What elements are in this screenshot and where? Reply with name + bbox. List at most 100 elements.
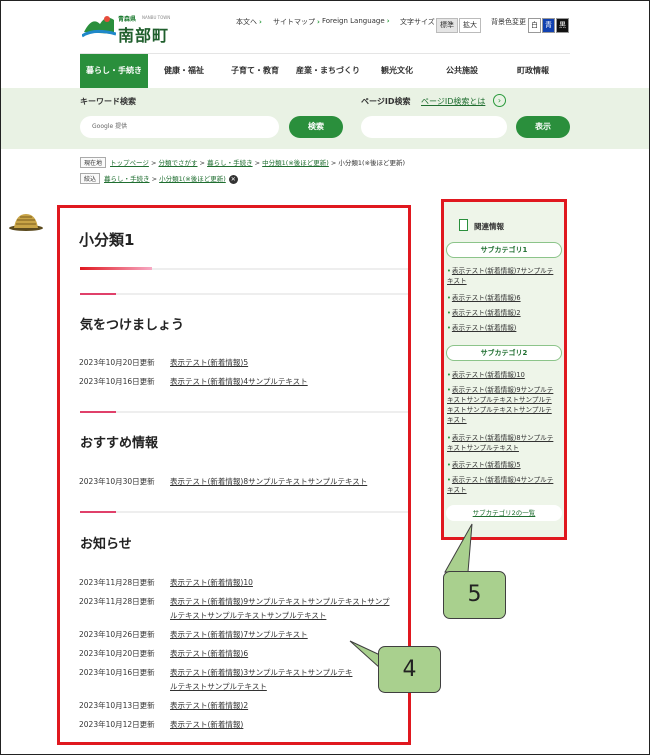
news-date: 2023年10月20日更新	[79, 358, 155, 367]
news-date: 2023年11月28日更新	[79, 597, 155, 606]
news-item: 2023年10月20日更新 表示テスト(新着情報)5	[79, 356, 248, 370]
bg-blue-button[interactable]: 青	[542, 18, 555, 33]
chevron-right-icon: ›	[259, 18, 262, 26]
breadcrumb-link[interactable]: 暮らし・手続き	[207, 159, 253, 167]
news-link[interactable]: 表示テスト(新着情報)3サンプルテキストサンプルテキ	[170, 668, 352, 677]
breadcrumb-current: 小分類1(※後ほど更新)	[338, 159, 406, 167]
related-link[interactable]: •表示テスト(新着情報)10	[447, 370, 563, 380]
news-item: 2023年10月20日更新 表示テスト(新着情報)6	[79, 647, 248, 661]
section-divider	[80, 293, 408, 295]
subcategory-heading[interactable]: サブカテゴリ2	[446, 345, 562, 361]
nav-item-government[interactable]: 町政情報	[496, 54, 570, 89]
logo-english: NANBU TOWN	[142, 15, 171, 20]
keyword-search-input[interactable]: Google 提供	[80, 116, 279, 138]
filter-link[interactable]: 暮らし・手続き	[104, 175, 150, 183]
hat-decoration-icon	[9, 214, 43, 231]
bg-color-label: 背景色変更	[491, 18, 526, 26]
nav-item-industry[interactable]: 産業・まちづくり	[290, 54, 366, 89]
section-heading: 気をつけましょう	[80, 318, 185, 333]
related-link[interactable]: •表示テスト(新着情報)6	[447, 293, 563, 303]
bg-white-button[interactable]: 白	[528, 18, 541, 33]
section-divider	[80, 511, 408, 513]
title-divider-accent	[80, 267, 152, 270]
news-link[interactable]: 表示テスト(新着情報)6	[170, 649, 248, 658]
nav-item-facilities[interactable]: 公共施設	[428, 54, 496, 89]
util-link-foreign[interactable]: Foreign Language ›	[322, 17, 390, 25]
related-link[interactable]: •表示テスト(新着情報)9サンプルテ キストサンプルテキストサンプルテ キストサンプ…	[447, 385, 563, 425]
subcategory-list-link[interactable]: サブカテゴリ2の一覧	[446, 505, 562, 521]
section-divider-accent	[80, 411, 116, 413]
news-item: 2023年10月13日更新 表示テスト(新着情報)2	[79, 699, 248, 713]
related-link[interactable]: •表示テスト(新着情報)8サンプルテ キストサンプルテキスト	[447, 433, 563, 453]
section-divider-accent	[80, 293, 116, 295]
logo-town-name: 南部町	[118, 26, 170, 45]
callout-5: 5	[443, 571, 506, 619]
filter-row: 絞込 暮らし・手続き > 小分類1(※後ほど更新) ✕	[80, 173, 238, 184]
news-link-cont[interactable]: ルテキストサンプルテキストサンプルテキスト	[170, 611, 326, 620]
news-item: 2023年11月28日更新 表示テスト(新着情報)9サンプルテキストサンプルテキス…	[79, 595, 390, 623]
breadcrumb-link[interactable]: 中分類1(※後ほど更新)	[262, 159, 329, 167]
breadcrumb-link[interactable]: トップページ	[110, 159, 149, 167]
news-link[interactable]: 表示テスト(新着情報)7サンプルテキスト	[170, 630, 308, 639]
nav-item-childcare[interactable]: 子育て・教育	[220, 54, 290, 89]
logo-mark-icon	[82, 16, 116, 38]
breadcrumb-link[interactable]: 分類でさがす	[158, 159, 197, 167]
news-item: 2023年10月26日更新 表示テスト(新着情報)7サンプルテキスト	[79, 628, 308, 642]
filter-link[interactable]: 小分類1(※後ほど更新)	[159, 175, 226, 183]
close-icon[interactable]: ✕	[228, 174, 238, 184]
related-link[interactable]: •表示テスト(新着情報)7サンプルテ キスト	[447, 266, 563, 286]
section-heading: お知らせ	[80, 537, 132, 552]
pageid-search-button[interactable]: 表示	[516, 116, 570, 138]
news-item: 2023年11月28日更新 表示テスト(新着情報)10	[79, 576, 253, 590]
news-item: 2023年10月16日更新 表示テスト(新着情報)3サンプルテキストサンプルテキル…	[79, 666, 352, 694]
related-link[interactable]: •表示テスト(新着情報)	[447, 323, 563, 333]
keyword-search-title: キーワード検索	[80, 97, 136, 106]
document-icon	[459, 219, 468, 231]
news-link[interactable]: 表示テスト(新着情報)9サンプルテキストサンプルテキストサンプ	[170, 597, 390, 606]
nav-item-tourism[interactable]: 観光文化	[366, 54, 428, 89]
callout-4: 4	[378, 646, 441, 693]
related-link[interactable]: •表示テスト(新着情報)4サンプルテ キスト	[447, 475, 563, 495]
news-date: 2023年10月16日更新	[79, 377, 155, 386]
font-size-normal-button[interactable]: 標準	[436, 18, 458, 33]
font-size-label: 文字サイズ	[400, 18, 435, 26]
section-divider-accent	[80, 511, 116, 513]
news-link-cont[interactable]: ルテキストサンプルテキスト	[170, 682, 267, 691]
chevron-right-icon: ›	[386, 17, 390, 25]
news-link[interactable]: 表示テスト(新着情報)5	[170, 358, 248, 367]
bg-black-button[interactable]: 黒	[556, 18, 569, 33]
section-divider	[80, 411, 408, 413]
font-size-large-button[interactable]: 拡大	[459, 18, 481, 33]
news-link[interactable]: 表示テスト(新着情報)2	[170, 701, 248, 710]
nav-item-health[interactable]: 健康・福祉	[148, 54, 220, 89]
related-link[interactable]: •表示テスト(新着情報)2	[447, 308, 563, 318]
subcategory-heading[interactable]: サブカテゴリ1	[446, 242, 562, 258]
keyword-search-button[interactable]: 検索	[289, 116, 343, 138]
news-link[interactable]: 表示テスト(新着情報)4サンプルテキスト	[170, 377, 308, 386]
site-logo[interactable]: 青森県 NANBU TOWN 南部町	[80, 10, 190, 45]
news-item: 2023年10月16日更新 表示テスト(新着情報)4サンプルテキスト	[79, 375, 308, 389]
chevron-right-circle-icon[interactable]: ›	[493, 94, 506, 107]
news-link[interactable]: 表示テスト(新着情報)8サンプルテキストサンプルテキスト	[170, 477, 367, 486]
news-date: 2023年11月28日更新	[79, 578, 155, 587]
news-date: 2023年10月16日更新	[79, 668, 155, 677]
news-date: 2023年10月12日更新	[79, 720, 155, 729]
news-link[interactable]: 表示テスト(新着情報)	[170, 720, 243, 729]
related-link[interactable]: •表示テスト(新着情報)5	[447, 460, 563, 470]
news-item: 2023年10月30日更新 表示テスト(新着情報)8サンプルテキストサンプルテキス…	[79, 475, 367, 489]
news-link[interactable]: 表示テスト(新着情報)10	[170, 578, 253, 587]
page-title: 小分類1	[79, 231, 135, 249]
pageid-help-link[interactable]: ページID検索とは	[421, 96, 485, 107]
news-date: 2023年10月30日更新	[79, 477, 155, 486]
breadcrumb: 現在地 トップページ > 分類でさがす > 暮らし・手続き > 中分類1(※後ほど…	[80, 157, 405, 168]
section-heading: おすすめ情報	[80, 436, 159, 451]
pageid-search-title: ページID検索	[361, 97, 411, 106]
nav-item-living[interactable]: 暮らし・手続き	[80, 54, 148, 89]
breadcrumb-here-tag: 現在地	[80, 157, 107, 168]
related-info-title: 関連情報	[474, 222, 504, 231]
util-link-sitemap[interactable]: サイトマップ ›	[273, 17, 320, 27]
util-link-skip[interactable]: 本文へ ›	[236, 17, 262, 27]
global-nav: 暮らし・手続き 健康・福祉 子育て・教育 産業・まちづくり 観光文化 公共施設 …	[80, 53, 570, 89]
pageid-search-input[interactable]	[361, 116, 507, 138]
news-item: 2023年10月12日更新 表示テスト(新着情報)	[79, 718, 243, 732]
